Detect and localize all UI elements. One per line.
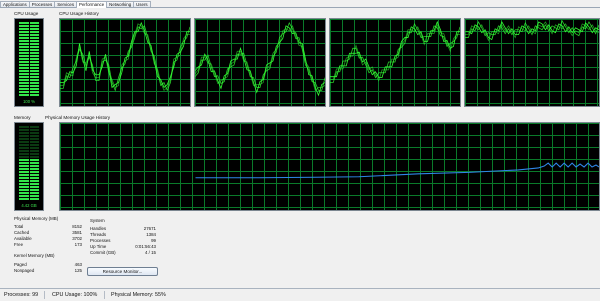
tab-bar: Applications Processes Services Performa… — [0, 0, 600, 8]
stat-label: Processes — [90, 238, 111, 243]
cpu-usage-label: CPU Usage — [14, 11, 39, 16]
memory-history-label: Physical Memory Usage History — [45, 115, 111, 120]
cpu-history-graph-1 — [59, 18, 191, 107]
memory-history-trace — [195, 162, 599, 179]
stat-value: 1384 — [146, 232, 156, 237]
physical-memory-row: Available 3702 — [14, 236, 82, 241]
system-title: System — [90, 218, 105, 223]
stat-value: 27671 — [143, 226, 156, 231]
resource-monitor-button[interactable]: Resource Monitor... — [87, 267, 158, 276]
stat-value: 125 — [74, 268, 82, 273]
memory-label: Memory — [14, 115, 31, 120]
system-row: Processes 99 — [90, 238, 156, 243]
stat-value: 3702 — [72, 236, 82, 241]
system-row: Handles 27671 — [90, 226, 156, 231]
system-row: Threads 1384 — [90, 232, 156, 237]
tab-networking[interactable]: Networking — [106, 1, 135, 7]
stat-label: Available — [14, 236, 32, 241]
cpu-history-graph-4 — [464, 18, 600, 107]
stat-value: 99 — [151, 238, 156, 243]
memory-value: 4.42 GB — [21, 203, 37, 208]
cpu-history-trace — [195, 21, 325, 91]
stat-value: 0:01:56:43 — [135, 244, 156, 249]
cpu-history-label: CPU Usage History — [59, 11, 99, 16]
cpu-usage-value: 100 % — [23, 99, 35, 104]
stat-value: 173 — [74, 242, 82, 247]
cpu-history-trace — [465, 21, 599, 42]
kernel-memory-title: Kernel Memory (MB) — [14, 253, 55, 258]
cpu-history-graph-2 — [194, 18, 326, 107]
physical-memory-row: Free 173 — [14, 242, 82, 247]
stat-value: 3581 — [72, 230, 82, 235]
cpu-history-graph-3 — [329, 18, 461, 107]
stat-value: 8152 — [72, 224, 82, 229]
stat-value: 463 — [74, 262, 82, 267]
cpu-history-trace — [465, 21, 599, 41]
cpu-usage-meter: 100 % — [14, 18, 44, 107]
stat-label: Total — [14, 224, 24, 229]
tab-processes[interactable]: Processes — [28, 1, 56, 7]
tab-performance[interactable]: Performance — [76, 1, 108, 8]
status-processes: Processes: 99 — [4, 292, 39, 298]
stat-label: Cached — [14, 230, 30, 235]
stat-label: Paged — [14, 262, 27, 267]
kernel-memory-row: Paged 463 — [14, 262, 82, 267]
stat-value: 4 / 15 — [145, 250, 156, 255]
status-cpu-usage: CPU Usage: 100% — [52, 292, 98, 298]
physical-memory-title: Physical Memory (MB) — [14, 216, 59, 221]
stat-label: Commit (GB) — [90, 250, 116, 255]
physical-memory-row: Cached 3581 — [14, 230, 82, 235]
cpu-history-trace — [60, 23, 190, 92]
tab-users[interactable]: Users — [133, 1, 151, 7]
kernel-memory-row: Nonpaged 125 — [14, 268, 82, 273]
stat-label: Nonpaged — [14, 268, 35, 273]
stat-label: Up Time — [90, 244, 107, 249]
system-row: Up Time 0:01:56:43 — [90, 244, 156, 249]
status-physical-memory: Physical Memory: 55% — [111, 292, 166, 298]
cpu-history-trace — [330, 23, 460, 82]
stat-label: Threads — [90, 232, 107, 237]
system-row: Commit (GB) 4 / 15 — [90, 250, 156, 255]
cpu-history-trace — [330, 20, 460, 79]
stat-label: Handles — [90, 226, 107, 231]
memory-meter: 4.42 GB — [14, 122, 44, 211]
stat-label: Free — [14, 242, 24, 247]
memory-history-graph — [59, 122, 600, 211]
physical-memory-row: Total 8152 — [14, 224, 82, 229]
tab-applications[interactable]: Applications — [0, 1, 30, 7]
status-bar: Processes: 99 CPU Usage: 100% Physical M… — [0, 288, 600, 301]
tab-services[interactable]: Services — [54, 1, 78, 7]
